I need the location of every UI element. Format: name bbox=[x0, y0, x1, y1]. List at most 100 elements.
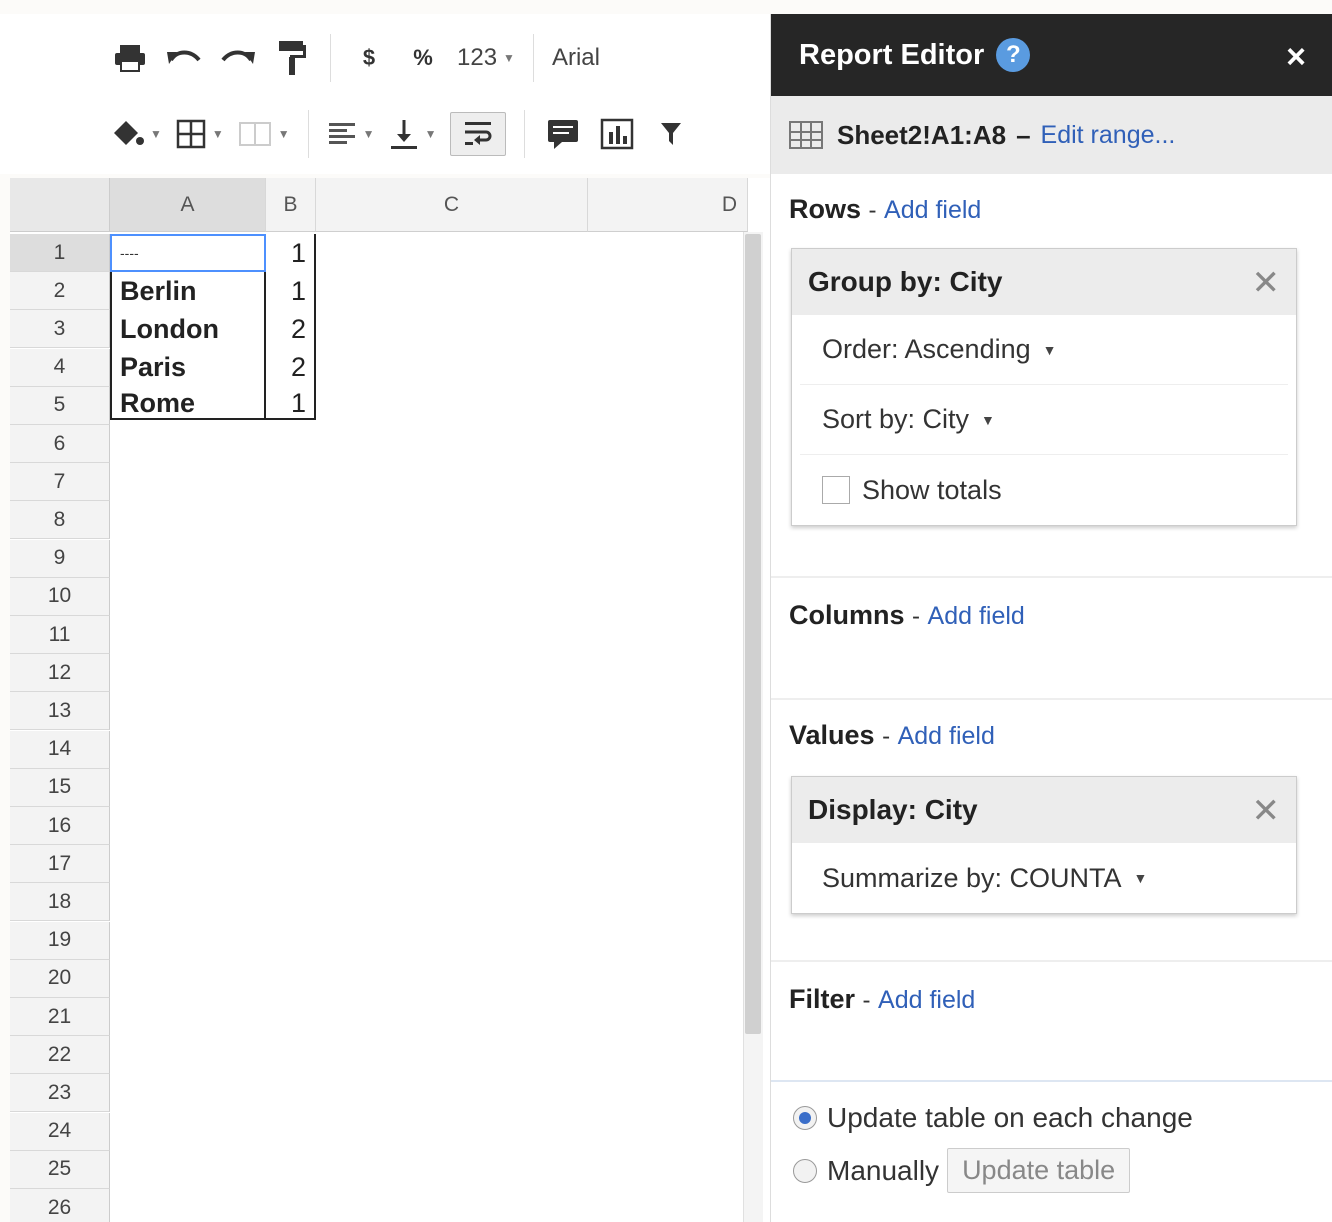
help-icon[interactable]: ? bbox=[996, 38, 1031, 72]
borders-icon[interactable]: ▼ bbox=[176, 112, 224, 156]
vertical-align-bottom-icon[interactable]: ▼ bbox=[389, 112, 436, 156]
section-divider bbox=[771, 698, 1332, 700]
row-header[interactable]: 6 bbox=[10, 425, 110, 463]
row-header[interactable]: 11 bbox=[10, 616, 110, 654]
chevron-down-icon: ▼ bbox=[150, 127, 162, 141]
display-card: Display: City ✕ Summarize by: COUNTA ▼ bbox=[791, 776, 1297, 914]
column-header-c[interactable]: C bbox=[316, 178, 588, 232]
row-header[interactable]: 12 bbox=[10, 654, 110, 693]
order-dropdown[interactable]: Order: Ascending ▼ bbox=[800, 315, 1288, 385]
paint-format-icon[interactable] bbox=[272, 36, 312, 80]
update-manual-radio[interactable] bbox=[793, 1158, 817, 1183]
row-header[interactable]: 8 bbox=[10, 501, 110, 540]
toolbar-row-1: $ % 123 ▼ Arial bbox=[110, 28, 614, 88]
filter-icon[interactable] bbox=[651, 112, 691, 156]
row-header[interactable]: 22 bbox=[10, 1036, 110, 1075]
filter-add-field-link[interactable]: Add field bbox=[878, 986, 975, 1014]
range-dash: – bbox=[1016, 119, 1031, 150]
row-header[interactable]: 16 bbox=[10, 807, 110, 845]
column-header-a[interactable]: A bbox=[110, 178, 266, 232]
update-auto-radio[interactable] bbox=[793, 1106, 817, 1130]
currency-button[interactable]: $ bbox=[349, 36, 389, 80]
show-totals-row: Show totals bbox=[800, 455, 1288, 525]
cell-b1[interactable]: 1 bbox=[266, 234, 316, 272]
row-header[interactable]: 15 bbox=[10, 768, 110, 807]
row-header[interactable]: 14 bbox=[10, 730, 110, 769]
row-header[interactable]: 9 bbox=[10, 539, 110, 578]
row-header[interactable]: 10 bbox=[10, 577, 110, 616]
vertical-scrollbar-thumb[interactable] bbox=[745, 234, 761, 1034]
fill-color-icon[interactable]: ▼ bbox=[110, 112, 162, 156]
row-header[interactable]: 25 bbox=[10, 1150, 110, 1189]
comment-icon[interactable] bbox=[543, 112, 583, 156]
values-add-field-link[interactable]: Add field bbox=[898, 722, 995, 750]
cell-b2[interactable]: 1 bbox=[266, 272, 316, 310]
cell-a2[interactable]: Berlin bbox=[110, 272, 266, 310]
row-header[interactable]: 21 bbox=[10, 998, 110, 1036]
filter-separator: - bbox=[862, 987, 871, 1014]
toolbar-row-2: ▼ ▼ ▼ ▼ ▼ bbox=[110, 104, 705, 164]
sort-by-dropdown[interactable]: Sort by: City ▼ bbox=[800, 385, 1288, 455]
chart-icon[interactable] bbox=[597, 112, 637, 156]
section-divider bbox=[771, 576, 1332, 578]
remove-value-close-icon[interactable]: ✕ bbox=[1252, 791, 1281, 831]
cell-b4[interactable]: 2 bbox=[266, 348, 316, 386]
cell-a3[interactable]: London bbox=[110, 310, 266, 348]
row-header[interactable]: 2 bbox=[10, 272, 110, 311]
row-header[interactable]: 19 bbox=[10, 921, 110, 960]
font-name-select[interactable]: Arial bbox=[552, 36, 600, 80]
cell-a1[interactable]: ---- bbox=[110, 234, 266, 272]
align-left-icon[interactable]: ▼ bbox=[327, 112, 375, 156]
print-icon[interactable] bbox=[110, 36, 150, 80]
select-all-corner[interactable] bbox=[10, 178, 110, 232]
row-header[interactable]: 7 bbox=[10, 463, 110, 502]
close-icon[interactable]: × bbox=[1286, 38, 1306, 77]
cell-b5[interactable]: 1 bbox=[266, 386, 316, 420]
show-totals-checkbox[interactable] bbox=[822, 476, 850, 504]
wrap-text-icon[interactable] bbox=[450, 112, 507, 156]
summarize-by-dropdown[interactable]: Summarize by: COUNTA ▼ bbox=[800, 843, 1288, 913]
number-format-button[interactable]: 123 ▼ bbox=[457, 36, 515, 80]
spreadsheet-grid: A B C D 1 2 3 4 5 6 7 8 9 10 11 12 13 14 15 16 17 18 19 20 2… bbox=[10, 178, 770, 1222]
columns-add-field-link[interactable]: Add field bbox=[928, 602, 1025, 630]
remove-group-close-icon[interactable]: ✕ bbox=[1252, 263, 1281, 303]
percent-button[interactable]: % bbox=[403, 36, 443, 80]
row-header[interactable]: 5 bbox=[10, 386, 110, 425]
row-header[interactable]: 18 bbox=[10, 883, 110, 922]
edit-range-link[interactable]: Edit range... bbox=[1041, 121, 1176, 150]
dropdown-arrow-icon: ▼ bbox=[1133, 870, 1148, 886]
rows-add-field-link[interactable]: Add field bbox=[884, 196, 981, 224]
rows-section-heading: Rows - Add field bbox=[789, 194, 981, 225]
column-header-d[interactable]: D bbox=[588, 178, 748, 232]
redo-icon[interactable] bbox=[218, 36, 258, 80]
row-header[interactable]: 23 bbox=[10, 1074, 110, 1113]
merge-cells-icon[interactable]: ▼ bbox=[238, 112, 290, 156]
update-table-button[interactable]: Update table bbox=[947, 1148, 1131, 1193]
group-by-title: Group by: City bbox=[808, 266, 1003, 297]
undo-icon[interactable] bbox=[164, 36, 204, 80]
panel-title: Report Editor bbox=[799, 38, 985, 71]
row-header[interactable]: 24 bbox=[10, 1112, 110, 1151]
cell-a4[interactable]: Paris bbox=[110, 348, 266, 386]
values-separator: - bbox=[882, 723, 891, 750]
toolbar-separator bbox=[330, 34, 331, 82]
table-grid-icon bbox=[789, 121, 823, 149]
row-header[interactable]: 26 bbox=[10, 1189, 110, 1222]
show-totals-label: Show totals bbox=[862, 474, 1002, 505]
section-divider bbox=[771, 1080, 1332, 1082]
cell-b3[interactable]: 2 bbox=[266, 310, 316, 348]
range-bar: Sheet2!A1:A8 – Edit range... bbox=[771, 96, 1332, 174]
row-header[interactable]: 4 bbox=[10, 348, 110, 387]
row-header[interactable]: 20 bbox=[10, 959, 110, 998]
row-header[interactable]: 13 bbox=[10, 692, 110, 731]
update-manual-option[interactable]: Manually Update table bbox=[793, 1148, 1131, 1193]
row-header[interactable]: 3 bbox=[10, 310, 110, 349]
chevron-down-icon: ▼ bbox=[503, 51, 515, 65]
row-header[interactable]: 1 bbox=[10, 234, 110, 272]
values-section-heading: Values - Add field bbox=[789, 720, 995, 751]
column-header-b[interactable]: B bbox=[266, 178, 316, 232]
order-label: Order: Ascending bbox=[822, 334, 1031, 364]
update-auto-option[interactable]: Update table on each change bbox=[793, 1102, 1193, 1134]
cell-a5[interactable]: Rome bbox=[110, 386, 266, 420]
row-header[interactable]: 17 bbox=[10, 845, 110, 884]
